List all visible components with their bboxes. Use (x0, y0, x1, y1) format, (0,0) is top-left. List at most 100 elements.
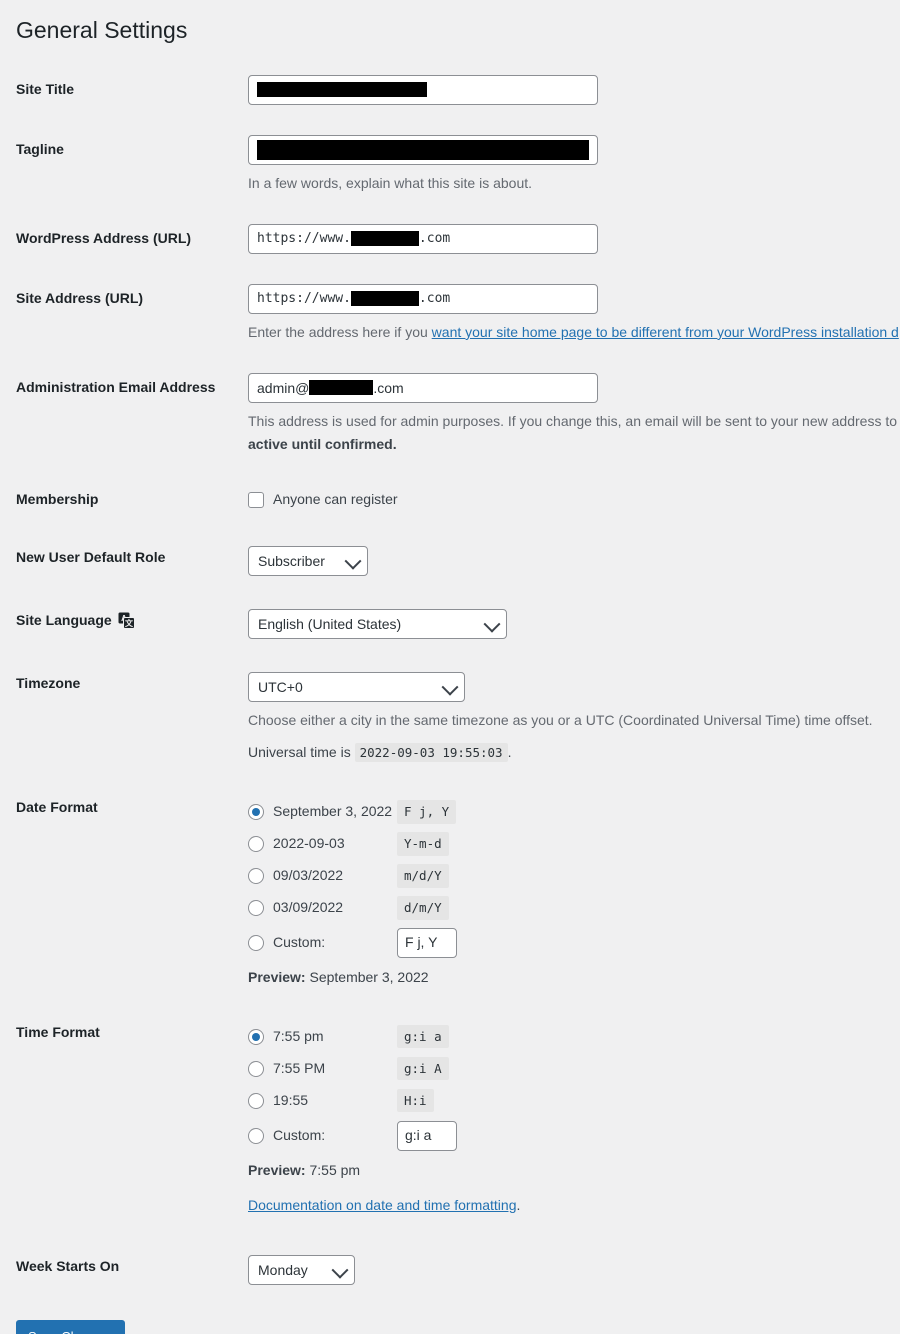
label-week-starts-on: Week Starts On (16, 1257, 120, 1274)
label-site-address: Site Address (URL) (16, 289, 144, 306)
option-display: 03/09/2022 (273, 899, 344, 916)
timezone-select[interactable]: UTC+0 (248, 672, 465, 703)
label-time-format: Time Format (16, 1023, 100, 1040)
option-code: H:i (397, 1088, 434, 1113)
option-display: 19:55 (273, 1091, 309, 1108)
wordpress-address-input[interactable]: https://www. .com (248, 223, 598, 254)
chevron-down-icon (344, 552, 362, 570)
email-prefix: admin@ (257, 379, 310, 396)
universal-time-period: . (507, 744, 512, 761)
row-new-user-default-role: New User Default Role Subscriber (16, 528, 900, 591)
admin-email-description-line1: This address is used for admin purposes.… (248, 412, 900, 429)
tagline-input[interactable] (248, 134, 598, 165)
option-code: g:i A (397, 1056, 449, 1081)
admin-email-input[interactable]: admin@ .com (248, 372, 598, 403)
general-settings-page: General Settings Site Title Tagline In a… (0, 0, 900, 1334)
select-value: Monday (258, 1261, 308, 1278)
save-changes-button[interactable]: Save Changes (16, 1319, 126, 1334)
url-prefix: https://www. (257, 290, 351, 306)
row-admin-email: Administration Email Address admin@ .com … (16, 358, 900, 470)
url-prefix: https://www. (257, 230, 351, 246)
radio-button[interactable] (248, 804, 264, 821)
svg-text:文: 文 (125, 618, 134, 628)
radio-button[interactable] (248, 1060, 264, 1077)
radio-button[interactable] (248, 900, 264, 917)
time-format-custom-option[interactable]: Custom: g:i a (248, 1117, 900, 1155)
date-format-option[interactable]: 09/03/2022 m/d/Y (248, 860, 900, 892)
settings-form-table: Site Title Tagline In a few words, expla… (16, 60, 900, 1300)
date-format-option[interactable]: 03/09/2022 d/m/Y (248, 892, 900, 924)
universal-time-value: 2022-09-03 19:55:03 (354, 743, 508, 763)
admin-email-description-line2: active until confirmed. (248, 434, 900, 455)
anyone-can-register-checkbox[interactable] (248, 491, 264, 508)
time-format-custom-input[interactable]: g:i a (397, 1120, 457, 1151)
radio-button[interactable] (248, 1028, 264, 1045)
site-address-description: Enter the address here if you want your … (248, 322, 900, 343)
site-home-page-link[interactable]: want your site home page to be different… (432, 324, 899, 340)
doc-period: . (516, 1197, 521, 1214)
radio-button[interactable] (248, 1127, 264, 1144)
select-value: Subscriber (258, 553, 325, 570)
date-format-custom-input[interactable]: F j, Y (397, 928, 457, 959)
week-starts-on-select[interactable]: Monday (248, 1254, 355, 1285)
row-wordpress-address: WordPress Address (URL) https://www. .com (16, 209, 900, 269)
row-site-title: Site Title (16, 60, 900, 120)
label-timezone: Timezone (16, 675, 81, 692)
redaction-bar (257, 82, 427, 98)
universal-time-label: Universal time is (248, 744, 351, 761)
label-site-title: Site Title (16, 80, 75, 97)
url-suffix: .com (418, 230, 451, 246)
time-format-option[interactable]: 7:55 pm g:i a (248, 1021, 900, 1053)
date-format-option[interactable]: 2022-09-03 Y-m-d (248, 828, 900, 860)
radio-button[interactable] (248, 836, 264, 853)
date-format-custom-option[interactable]: Custom: F j, Y (248, 924, 900, 962)
new-user-default-role-select[interactable]: Subscriber (248, 546, 368, 577)
site-language-select[interactable]: English (United States) (248, 609, 507, 640)
time-format-radio-group: 7:55 pm g:i a 7:55 PM g:i A 19:55 H:i Cu… (248, 1021, 900, 1155)
preview-label: Preview: (248, 1161, 306, 1178)
preview-value: 7:55 pm (309, 1161, 361, 1178)
redaction-bar (257, 139, 589, 160)
row-tagline: Tagline In a few words, explain what thi… (16, 120, 900, 209)
row-date-format: Date Format September 3, 2022 F j, Y 202… (16, 778, 900, 1003)
label-membership: Membership (16, 490, 99, 507)
label-tagline: Tagline (16, 140, 64, 157)
date-format-option[interactable]: September 3, 2022 F j, Y (248, 796, 900, 828)
membership-checkbox-row[interactable]: Anyone can register (248, 490, 900, 510)
option-display: Custom: (273, 934, 326, 951)
label-site-language-wrap: Site Language A 文 (16, 611, 135, 629)
row-time-format: Time Format 7:55 pm g:i a 7:55 PM g:i A (16, 1003, 900, 1231)
chevron-down-icon (331, 1261, 349, 1279)
description-bold: active until confirmed. (248, 435, 397, 452)
anyone-can-register-label: Anyone can register (273, 490, 398, 507)
universal-time-line: Universal time is 2022-09-03 19:55:03. (248, 742, 900, 763)
row-timezone: Timezone UTC+0 Choose either a city in t… (16, 654, 900, 778)
date-time-documentation-link[interactable]: Documentation on date and time formattin… (248, 1197, 517, 1213)
chevron-down-icon (441, 678, 459, 696)
translate-icon: A 文 (118, 612, 135, 629)
description-text: Enter the address here if you (248, 323, 432, 340)
label-wordpress-address: WordPress Address (URL) (16, 229, 192, 246)
option-code: g:i a (397, 1024, 449, 1049)
site-address-input[interactable]: https://www. .com (248, 283, 598, 314)
url-suffix: .com (418, 290, 451, 306)
radio-button[interactable] (248, 935, 264, 952)
option-display: 09/03/2022 (273, 867, 344, 884)
time-format-preview: Preview: 7:55 pm (248, 1161, 900, 1181)
time-format-option[interactable]: 19:55 H:i (248, 1085, 900, 1117)
radio-button[interactable] (248, 868, 264, 885)
radio-button[interactable] (248, 1092, 264, 1109)
site-title-input[interactable] (248, 74, 598, 105)
option-code: Y-m-d (397, 832, 449, 856)
label-new-user-default-role: New User Default Role (16, 549, 166, 566)
option-code: F j, Y (397, 800, 457, 824)
preview-value: September 3, 2022 (309, 969, 429, 986)
submit-area: Save Changes (16, 1300, 900, 1334)
date-format-preview: Preview: September 3, 2022 (248, 968, 900, 988)
redaction-bar (350, 291, 419, 307)
label-admin-email: Administration Email Address (16, 378, 216, 395)
time-format-option[interactable]: 7:55 PM g:i A (248, 1053, 900, 1085)
row-membership: Membership Anyone can register (16, 470, 900, 528)
label-site-language: Site Language (16, 612, 112, 629)
option-code: m/d/Y (397, 864, 449, 888)
